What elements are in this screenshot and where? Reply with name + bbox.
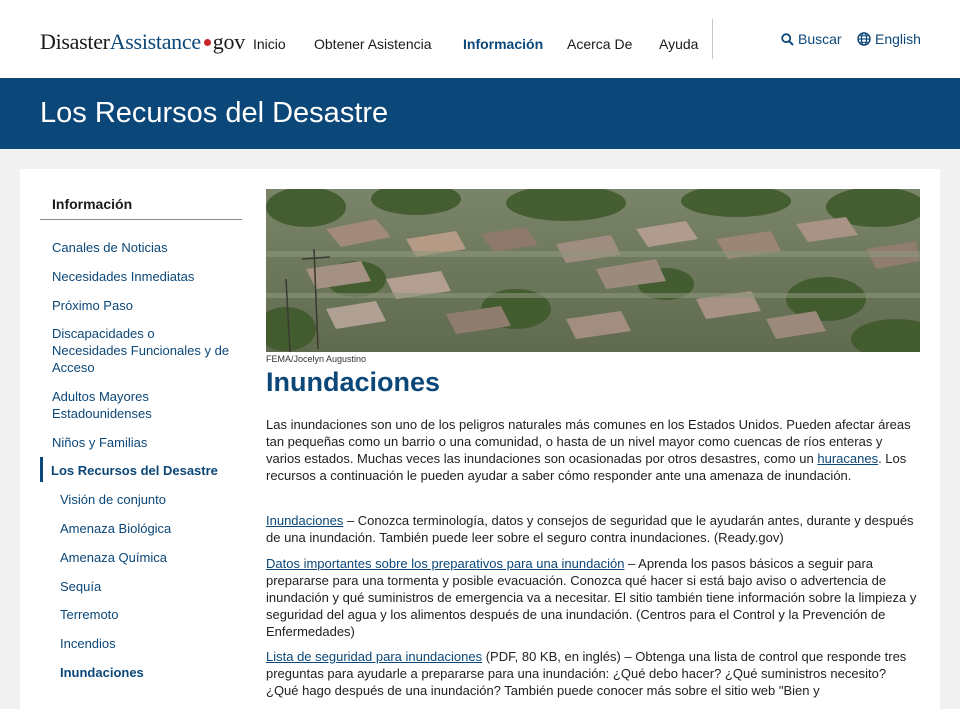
sidebar-subitem-amenaza-quimica[interactable]: Amenaza Química [60,549,167,566]
resource-item: Inundaciones – Conozca terminología, dat… [266,512,920,546]
nav-divider [712,19,713,59]
lista-de-seguridad-link[interactable]: Lista de seguridad para inundaciones [266,649,482,664]
language-toggle[interactable]: English [857,31,921,47]
sidebar-subitem-sequia[interactable]: Sequía [60,578,101,595]
resource-item: Datos importantes sobre los preparativos… [266,555,920,640]
site-logo[interactable]: DisasterAssistance gov [40,29,245,55]
sidebar-item-proximo-paso[interactable]: Próximo Paso [52,297,242,314]
language-label: English [875,31,921,47]
sidebar-active-marker [40,457,43,482]
sidebar-item-recursos-del-desastre[interactable]: Los Recursos del Desastre [51,462,246,479]
resource-description: – Conozca terminología, datos y consejos… [266,513,914,545]
sidebar-subitem-incendios[interactable]: Incendios [60,635,116,652]
page-title: Inundaciones [266,367,441,397]
search-icon [781,32,794,46]
sidebar-item-discapacidades[interactable]: Discapacidades o Necesidades Funcionales… [52,325,232,376]
sidebar-subitem-terremoto[interactable]: Terremoto [60,606,119,623]
nav-ayuda[interactable]: Ayuda [659,36,698,52]
huracanes-link[interactable]: huracanes [817,451,878,466]
sidebar-heading: Información [52,196,133,212]
sidebar-divider [40,219,242,220]
logo-text-3: gov [212,29,245,54]
intro-text-1: Las inundaciones son uno de los peligros… [266,417,911,466]
page-banner: Los Recursos del Desastre [0,78,960,149]
globe-icon [857,32,871,46]
resource-item: Lista de seguridad para inundaciones (PD… [266,648,920,699]
logo-dot [203,39,211,47]
nav-inicio[interactable]: Inicio [253,36,286,52]
nav-informacion[interactable]: Información [463,36,543,52]
intro-paragraph: Las inundaciones son uno de los peligros… [266,416,920,484]
search-label: Buscar [798,31,842,47]
sidebar-item-necesidades-inmediatas[interactable]: Necesidades Inmediatas [52,268,242,285]
sidebar-subitem-vision-de-conjunto[interactable]: Visión de conjunto [60,491,166,508]
photo-credit: FEMA/Jocelyn Augustino [266,354,367,364]
site-header: DisasterAssistance gov Inicio Obtener Asi… [0,0,960,78]
sidebar-item-canales-de-noticias[interactable]: Canales de Noticias [52,239,242,256]
sidebar-item-adultos-mayores[interactable]: Adultos Mayores Estadounidenses [52,388,182,422]
flood-photo [266,189,920,352]
nav-obtener-asistencia[interactable]: Obtener Asistencia [314,36,432,52]
nav-acerca-de[interactable]: Acerca De [567,36,632,52]
search-button[interactable]: Buscar [781,31,842,47]
inundaciones-link[interactable]: Inundaciones [266,513,343,528]
sidebar-subitem-amenaza-biologica[interactable]: Amenaza Biológica [60,520,171,537]
datos-importantes-link[interactable]: Datos importantes sobre los preparativos… [266,556,624,571]
logo-text-1: Disaster [40,29,110,54]
banner-title: Los Recursos del Desastre [40,97,389,129]
sidebar-subitem-inundaciones[interactable]: Inundaciones [60,664,144,681]
logo-text-2: Assistance [109,29,201,54]
sidebar-item-ninos-y-familias[interactable]: Niños y Familias [52,434,242,451]
